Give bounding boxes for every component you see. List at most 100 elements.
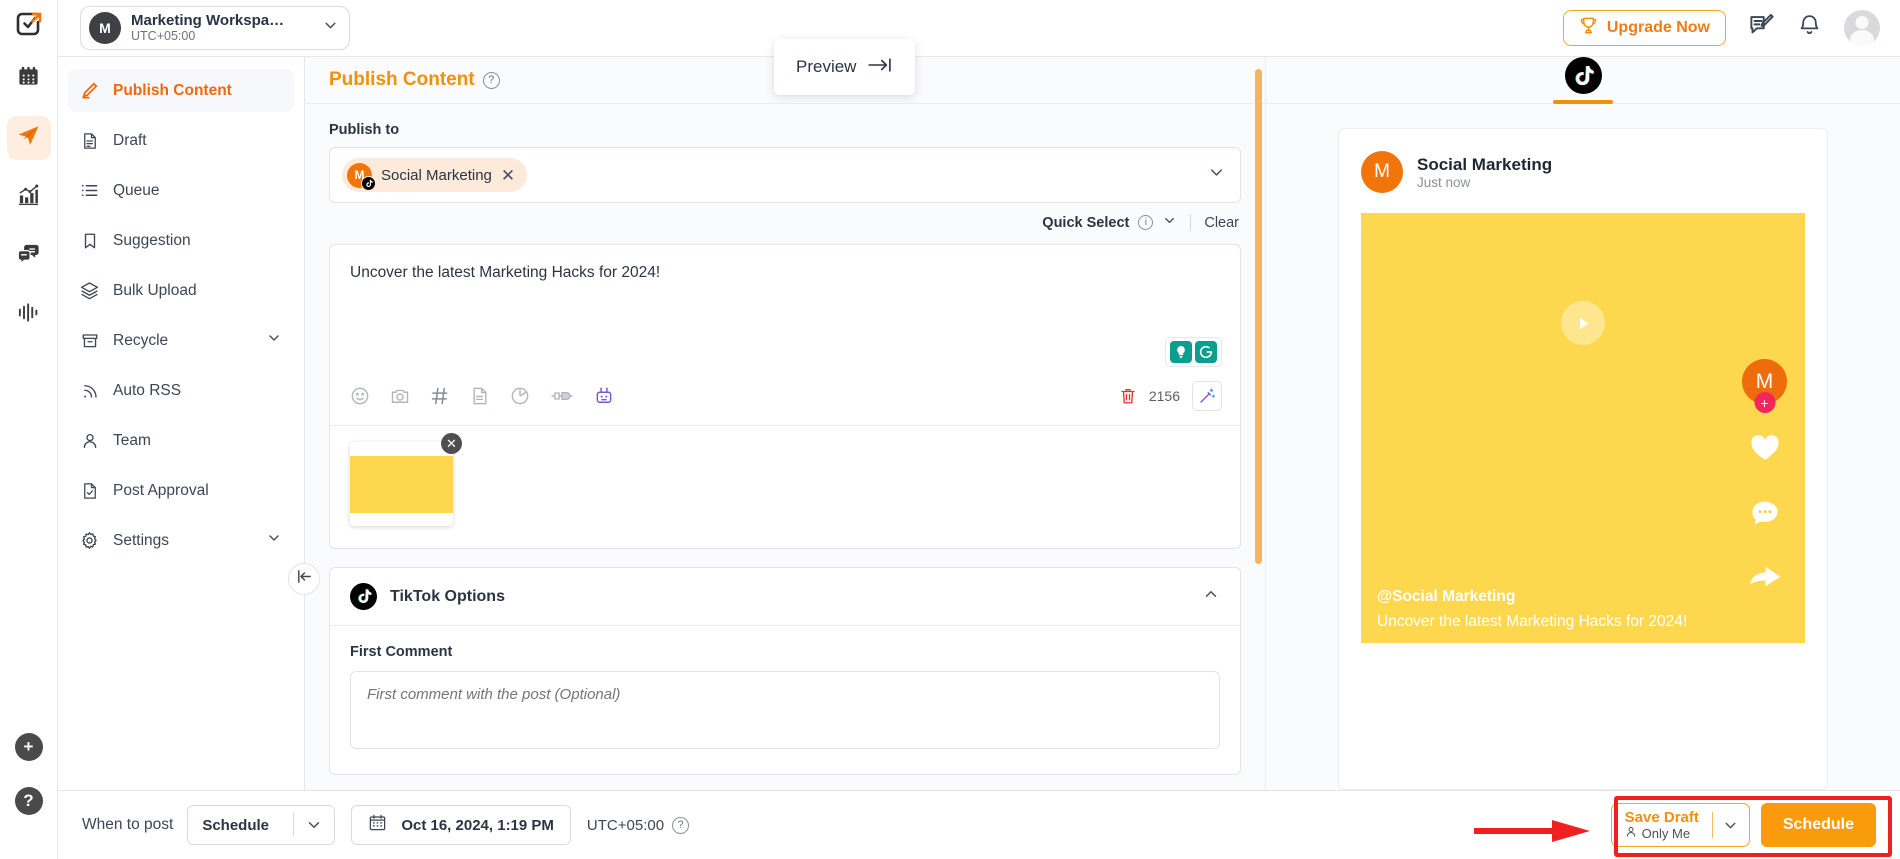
rail-item-calendar[interactable] xyxy=(7,57,51,101)
heart-icon[interactable] xyxy=(1749,432,1781,469)
rail-item-listening[interactable] xyxy=(7,293,51,337)
preview-toggle-button[interactable]: Preview xyxy=(774,39,915,95)
info-icon[interactable]: i xyxy=(1138,215,1153,230)
tiktok-icon xyxy=(361,176,376,191)
question-mark-icon[interactable]: ? xyxy=(483,72,500,89)
plug-icon[interactable] xyxy=(550,386,574,406)
schedule-datetime-value: Oct 16, 2024, 1:19 PM xyxy=(401,817,554,834)
sidebar-item-draft[interactable]: Draft xyxy=(68,119,294,162)
workspace-timezone: UTC+05:00 xyxy=(131,29,312,43)
preview-tab-tiktok[interactable] xyxy=(1553,57,1613,104)
tiktok-options-title: TikTok Options xyxy=(390,588,505,606)
sidebar-collapse-button[interactable] xyxy=(288,563,320,595)
save-draft-visibility: Only Me xyxy=(1625,826,1699,841)
bell-icon[interactable] xyxy=(1797,13,1822,43)
rail-item-publish[interactable] xyxy=(7,116,51,160)
chevron-down-icon[interactable] xyxy=(294,816,334,834)
person-icon xyxy=(1625,826,1637,841)
editor-scrollbar[interactable] xyxy=(1252,57,1265,790)
document-check-icon xyxy=(80,481,99,500)
workspace-name: Marketing Workspa… xyxy=(131,12,301,29)
scrollbar-thumb[interactable] xyxy=(1255,69,1262,564)
workspace-selector[interactable]: M Marketing Workspa… UTC+05:00 xyxy=(80,6,350,50)
preview-action-rail: M + xyxy=(1742,359,1787,595)
chevron-down-icon[interactable] xyxy=(1162,213,1177,232)
preview-panel: Preview xyxy=(1265,57,1900,790)
sidebar-label: Draft xyxy=(113,132,147,150)
user-avatar[interactable] xyxy=(1844,10,1880,46)
sidebar-item-publish-content[interactable]: Publish Content xyxy=(68,69,294,112)
sidebar-item-recycle[interactable]: Recycle xyxy=(68,319,294,362)
sidebar-label: Suggestion xyxy=(113,232,191,250)
publish-to-label: Publish to xyxy=(329,122,1241,138)
sidebar-item-bulk-upload[interactable]: Bulk Upload xyxy=(68,269,294,312)
divider xyxy=(1190,214,1191,231)
tiktok-options-header[interactable]: TikTok Options xyxy=(330,568,1240,626)
workspace-texts: Marketing Workspa… UTC+05:00 xyxy=(131,12,312,44)
share-arrow-icon[interactable] xyxy=(1748,562,1782,595)
upgrade-label: Upgrade Now xyxy=(1607,19,1710,37)
emoji-icon[interactable] xyxy=(350,386,370,406)
lightbulb-icon[interactable] xyxy=(1170,341,1192,363)
sidebar-label: Team xyxy=(113,432,151,450)
play-icon[interactable] xyxy=(1561,301,1605,345)
chevron-down-icon xyxy=(322,17,339,39)
schedule-datetime-picker[interactable]: Oct 16, 2024, 1:19 PM xyxy=(351,805,571,845)
clear-button[interactable]: Clear xyxy=(1204,215,1239,231)
sidebar-label: Post Approval xyxy=(113,482,209,500)
archive-icon xyxy=(80,331,99,350)
sidebar-item-team[interactable]: Team xyxy=(68,419,294,462)
bar-chart-icon xyxy=(17,183,40,211)
post-mode-select[interactable]: Schedule xyxy=(187,805,335,845)
publish-to-field[interactable]: M Social Marketing ✕ xyxy=(329,147,1241,203)
sidebar-item-settings[interactable]: Settings xyxy=(68,519,294,562)
chevron-down-icon[interactable] xyxy=(1713,804,1749,846)
sidebar-item-auto-rss[interactable]: Auto RSS xyxy=(68,369,294,412)
document-icon[interactable] xyxy=(470,386,490,406)
quick-select-label[interactable]: Quick Select xyxy=(1042,215,1129,231)
account-chip[interactable]: M Social Marketing ✕ xyxy=(342,158,527,192)
media-thumbnail[interactable]: ✕ xyxy=(350,442,453,526)
upgrade-now-button[interactable]: Upgrade Now xyxy=(1563,10,1726,46)
camera-icon[interactable] xyxy=(390,386,410,406)
hashtag-icon[interactable] xyxy=(430,386,450,406)
robot-icon[interactable] xyxy=(594,386,614,406)
schedule-button[interactable]: Schedule xyxy=(1761,803,1876,847)
plus-icon[interactable]: + xyxy=(1754,392,1775,413)
thumbnail-image xyxy=(350,456,453,513)
chat-bubbles-icon xyxy=(17,242,40,270)
rail-item-analytics[interactable] xyxy=(7,175,51,219)
rail-item-inbox[interactable] xyxy=(7,234,51,278)
question-mark-icon[interactable]: ? xyxy=(672,817,689,834)
close-icon[interactable]: ✕ xyxy=(501,167,515,184)
preview-handle: @Social Marketing xyxy=(1377,588,1737,606)
chevron-down-icon[interactable] xyxy=(1207,163,1226,187)
comment-icon[interactable] xyxy=(1749,497,1781,534)
magic-wand-icon[interactable] xyxy=(1192,381,1222,411)
sidebar-item-queue[interactable]: Queue xyxy=(68,169,294,212)
rss-icon xyxy=(80,381,99,400)
sidebar-item-suggestion[interactable]: Suggestion xyxy=(68,219,294,262)
first-comment-input[interactable] xyxy=(350,671,1220,749)
add-button[interactable]: + xyxy=(15,733,43,761)
app-root: + ? M Marketing Workspa… UTC+05:00 xyxy=(0,0,1900,859)
compose-note-icon[interactable] xyxy=(1748,12,1775,44)
trash-icon[interactable] xyxy=(1119,387,1137,405)
save-draft-label: Save Draft xyxy=(1625,809,1699,826)
close-icon[interactable]: ✕ xyxy=(441,433,462,454)
grammarly-icon[interactable] xyxy=(1195,341,1217,363)
preview-account: M Social Marketing Just now xyxy=(1361,151,1805,193)
post-text-input[interactable]: Uncover the latest Marketing Hacks for 2… xyxy=(330,245,1240,337)
assistant-pill[interactable] xyxy=(1165,337,1222,367)
chevron-down-icon[interactable] xyxy=(266,330,282,351)
chevron-down-icon[interactable] xyxy=(266,530,282,551)
chevron-up-icon[interactable] xyxy=(1202,585,1220,608)
preview-profile-button[interactable]: M + xyxy=(1742,359,1787,404)
preview-video[interactable]: M + xyxy=(1361,213,1805,643)
sidebar-item-post-approval[interactable]: Post Approval xyxy=(68,469,294,512)
pie-chart-icon[interactable] xyxy=(510,386,530,406)
app-logo[interactable] xyxy=(15,10,43,43)
save-draft-button[interactable]: Save Draft Only Me xyxy=(1611,803,1750,847)
help-button[interactable]: ? xyxy=(15,787,43,815)
active-tab-indicator xyxy=(1553,100,1613,104)
